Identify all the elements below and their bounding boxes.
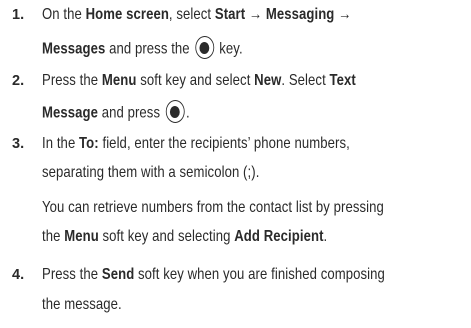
text: In the [42, 135, 80, 152]
text: and press [98, 104, 164, 122]
ok-select-key-icon [195, 36, 214, 59]
text: soft key and selecting [98, 228, 235, 245]
step-number: 3. [12, 136, 25, 152]
text: , select [168, 6, 215, 23]
step-2-line-1: Press the Menu soft key and select New. … [42, 72, 356, 90]
text: the message. [42, 296, 122, 313]
step-2-line-2: Message and press . [42, 100, 190, 125]
step-3-note-line-1: You can retrieve numbers from the contac… [42, 199, 384, 217]
step-3-line-2: separating them with a semicolon (;). [42, 164, 259, 182]
text: . [185, 104, 190, 122]
instruction-steps: 1. On the Home screen, select Start → Me… [0, 0, 471, 328]
ui-term-to: To: [79, 135, 99, 152]
step-1-line-1: On the Home screen, select Start → Messa… [42, 6, 351, 24]
ui-term-home-screen: Home screen [85, 6, 169, 23]
text: and press the [105, 40, 194, 58]
step-number: 2. [12, 73, 25, 89]
text: On the [42, 6, 86, 23]
step-number: 4. [12, 267, 25, 283]
step-1-line-2: Messages and press the key. [42, 36, 243, 61]
text: soft key and select [136, 72, 255, 89]
ui-term-start: Start [214, 6, 246, 23]
step-3-line-1: In the To: field, enter the recipients’ … [42, 135, 350, 153]
ui-term-menu: Menu [101, 72, 137, 89]
text: key. [215, 40, 243, 58]
text: Press the [42, 266, 102, 283]
arrow-separator: → [245, 6, 266, 23]
text: field, enter the recipients’ phone numbe… [98, 135, 350, 152]
ui-term-menu: Menu [64, 228, 99, 245]
ui-term-messages: Messages [42, 40, 106, 58]
ui-term-new: New [254, 72, 282, 89]
ui-term-send: Send [101, 266, 135, 283]
text: . Select [281, 72, 330, 89]
step-4-line-2: the message. [42, 296, 122, 314]
text: You can retrieve numbers from the contac… [42, 199, 384, 216]
text: separating them with a semicolon (;). [42, 164, 260, 181]
step-number: 1. [12, 7, 25, 23]
step-3-note-line-2: the Menu soft key and selecting Add Reci… [42, 228, 327, 246]
ui-term-text: Text [329, 72, 356, 89]
ui-term-messaging: Messaging [265, 6, 335, 23]
text: the [42, 228, 65, 245]
ui-term-add-recipient: Add Recipient [234, 228, 324, 245]
arrow-separator: → [334, 6, 352, 23]
ui-term-message: Message [42, 104, 99, 122]
step-4-line-1: Press the Send soft key when you are fin… [42, 266, 385, 284]
text: soft key when you are finished composing [134, 266, 385, 283]
ok-select-key-icon [165, 100, 185, 123]
text: Press the [42, 72, 102, 89]
text: . [323, 228, 328, 245]
